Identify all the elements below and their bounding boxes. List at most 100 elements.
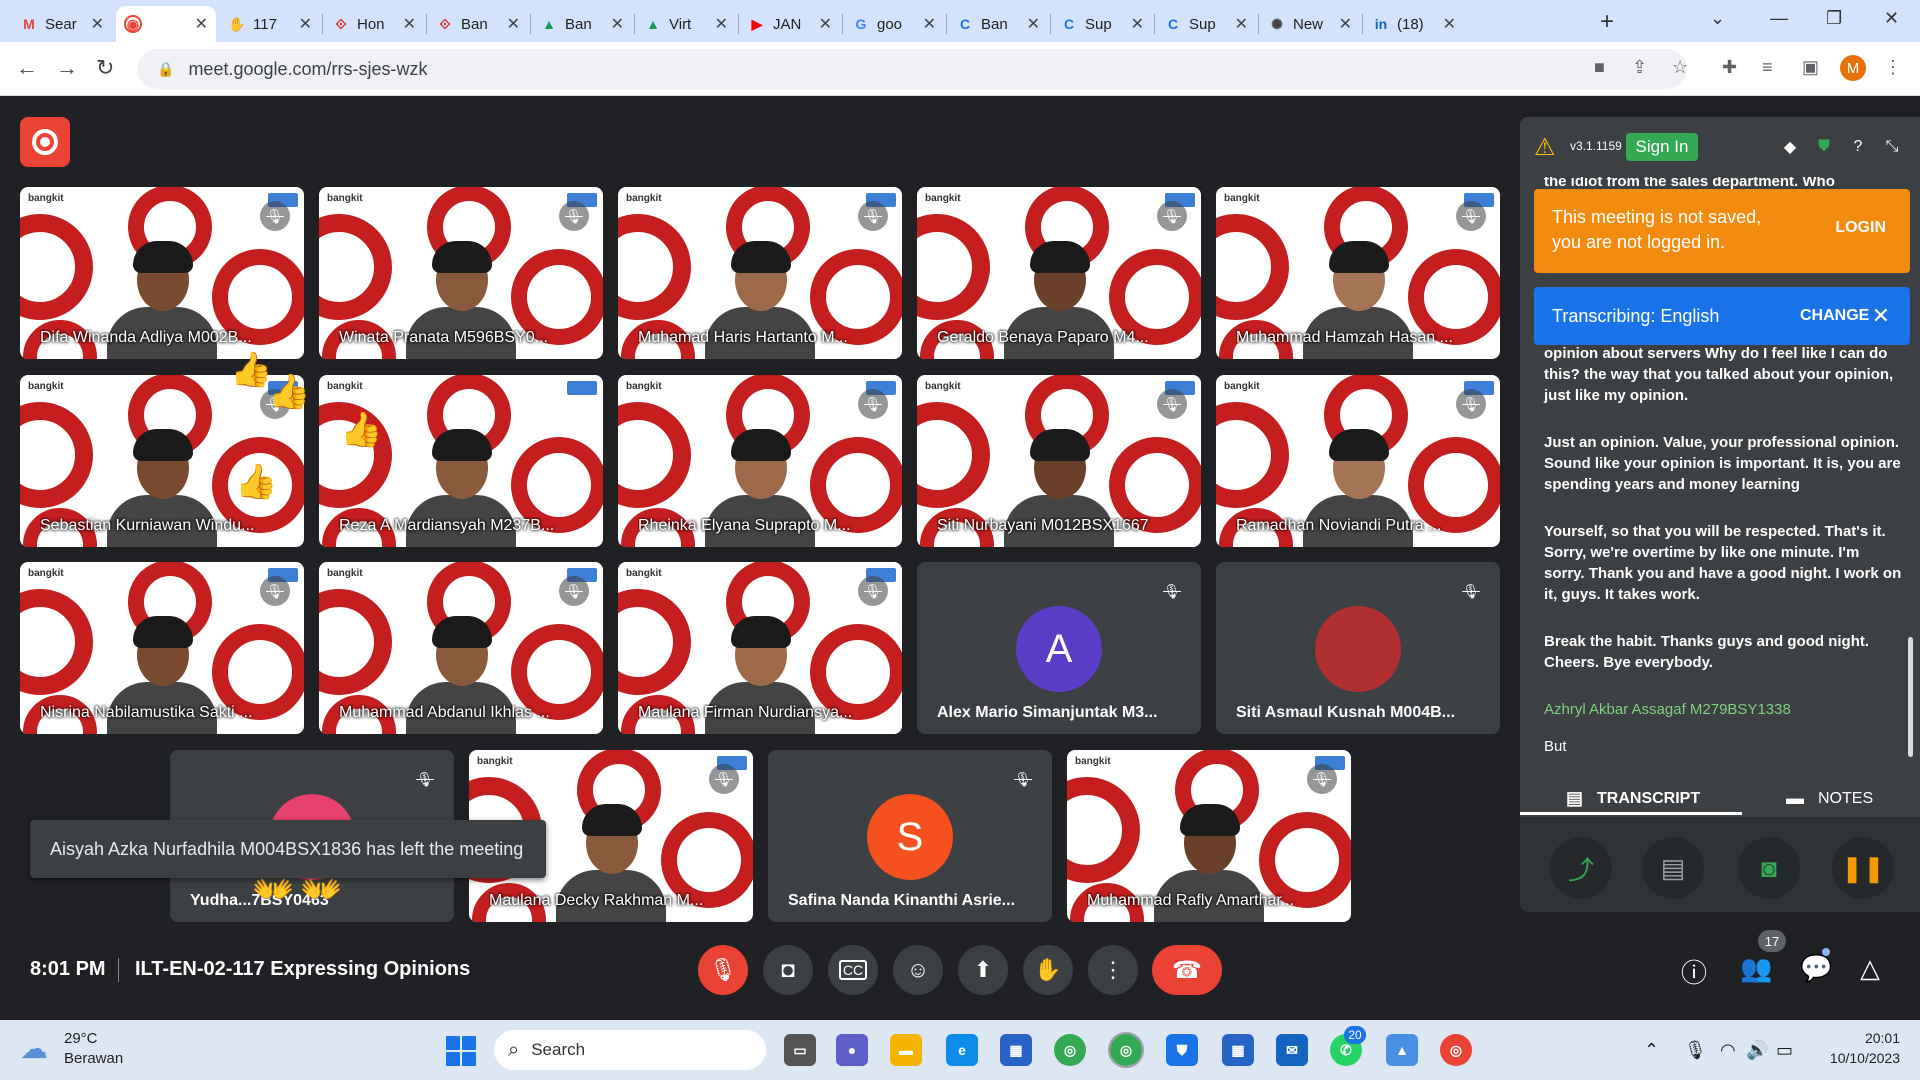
- close-tab-icon[interactable]: ✕: [1235, 14, 1248, 34]
- shield-icon[interactable]: ⛊: [1812, 135, 1836, 159]
- recording-indicator[interactable]: [20, 117, 70, 167]
- close-tab-icon[interactable]: ✕: [91, 14, 104, 34]
- browser-menu-icon[interactable]: ⋮: [1884, 57, 1902, 78]
- profile-avatar[interactable]: M: [1840, 55, 1866, 81]
- browser-tab[interactable]: M Sear ✕: [12, 6, 112, 42]
- clock-date[interactable]: 10/10/2023: [1810, 1050, 1900, 1066]
- tab-notes[interactable]: ▬ NOTES: [1786, 788, 1873, 809]
- close-tab-icon[interactable]: ✕: [819, 14, 832, 34]
- show-hidden-icons-icon[interactable]: ⌃: [1644, 1040, 1659, 1061]
- participant-tile[interactable]: bangkit 🎙 Difa Winanda Adliya M002B...: [20, 187, 304, 359]
- chrome-profile-icon[interactable]: ◎: [1108, 1032, 1144, 1068]
- participant-tile[interactable]: A 🎙 Alex Mario Simanjuntak M3...: [917, 562, 1201, 734]
- close-tab-icon[interactable]: ✕: [299, 14, 312, 34]
- participant-tile[interactable]: bangkit 🎙 Sebastian Kurniawan Windu...: [20, 375, 304, 547]
- microsoft-store-icon[interactable]: ▦: [1000, 1034, 1032, 1066]
- mail-icon[interactable]: ✉: [1276, 1034, 1308, 1066]
- browser-tab[interactable]: ✺ New ✕: [1260, 6, 1360, 42]
- close-tab-icon[interactable]: ✕: [403, 14, 416, 34]
- participant-tile[interactable]: bangkit 🎙 Rheinka Elyana Suprapto M...: [618, 375, 902, 547]
- browser-tab[interactable]: ▶ JAN ✕: [740, 6, 840, 42]
- close-tab-icon[interactable]: ✕: [1131, 14, 1144, 34]
- participant-tile[interactable]: bangkit 🎙 Muhammad Abdanul Ikhlas ...: [319, 562, 603, 734]
- participant-tile[interactable]: bangkit 🎙 Ramadhan Noviandi Putra ...: [1216, 375, 1500, 547]
- reactions-button[interactable]: ☺: [893, 945, 943, 995]
- help-icon[interactable]: ?: [1846, 135, 1870, 159]
- more-options-button[interactable]: ⋮: [1088, 945, 1138, 995]
- cloud-weather-icon[interactable]: ☁: [20, 1032, 48, 1065]
- participant-tile[interactable]: bangkit 🎙 Geraldo Benaya Paparo M4...: [917, 187, 1201, 359]
- participant-tile[interactable]: bangkit 🎙 Muhammad Hamzah Hasan ...: [1216, 187, 1500, 359]
- security-shield-icon[interactable]: ⛊: [1166, 1034, 1198, 1066]
- browser-tab[interactable]: C Ban ✕: [948, 6, 1048, 42]
- participant-tile[interactable]: 🎙 Siti Asmaul Kusnah M004B...: [1216, 562, 1500, 734]
- participant-tile[interactable]: S 🎙 Safina Nanda Kinanthi Asrie...: [768, 750, 1052, 922]
- microphone-icon[interactable]: 🎙: [1684, 1040, 1707, 1061]
- chrome-alt-icon[interactable]: ◎: [1440, 1034, 1472, 1066]
- login-button[interactable]: LOGIN: [1835, 219, 1886, 237]
- reload-icon[interactable]: ↻: [96, 55, 114, 81]
- meeting-details-icon[interactable]: ⓘ: [1681, 953, 1707, 990]
- photos-icon[interactable]: ▲: [1386, 1034, 1418, 1066]
- browser-tab[interactable]: in (18) ✕: [1364, 6, 1464, 42]
- close-tab-icon[interactable]: ✕: [923, 14, 936, 34]
- change-language-button[interactable]: CHANGE: [1800, 307, 1869, 325]
- browser-tab[interactable]: Ggoo ✕: [844, 6, 944, 42]
- extensions-icon[interactable]: ✚: [1722, 57, 1737, 78]
- close-window-icon[interactable]: ✕: [1884, 8, 1899, 29]
- forward-icon[interactable]: →: [56, 55, 78, 81]
- close-tab-icon[interactable]: ✕: [507, 14, 520, 34]
- sign-in-button[interactable]: Sign In: [1626, 133, 1698, 161]
- captions-button[interactable]: CC: [828, 945, 878, 995]
- weather-description[interactable]: Berawan: [64, 1050, 123, 1067]
- participant-tile[interactable]: bangkit 🎙 Muhamad Haris Hartanto M...: [618, 187, 902, 359]
- side-panel-icon[interactable]: ▣: [1802, 57, 1819, 78]
- camera-permission-icon[interactable]: ■: [1594, 57, 1605, 78]
- calendar-icon[interactable]: ▦: [1222, 1034, 1254, 1066]
- browser-tab[interactable]: C Sup ✕: [1156, 6, 1256, 42]
- bookmark-star-icon[interactable]: ☆: [1672, 57, 1688, 78]
- volume-icon[interactable]: 🔊: [1746, 1040, 1768, 1061]
- weather-temperature[interactable]: 29°C: [64, 1030, 98, 1047]
- browser-tab[interactable]: ▲ Ban ✕: [532, 6, 632, 42]
- browser-tab[interactable]: C Sup ✕: [1052, 6, 1152, 42]
- browser-tab[interactable]: ▲ Virt ✕: [636, 6, 736, 42]
- media-control-icon[interactable]: ≡: [1762, 57, 1773, 78]
- participant-tile[interactable]: bangkit 🎙 Nisrina Nabilamustika Sakti ...: [20, 562, 304, 734]
- collapse-icon[interactable]: ⤡: [1880, 135, 1904, 159]
- chrome-icon[interactable]: ◎: [1054, 1034, 1086, 1066]
- clock-time[interactable]: 20:01: [1830, 1030, 1900, 1046]
- participant-tile[interactable]: bangkit Reza A Mardiansyah M237B...: [319, 375, 603, 547]
- microphone-toggle-button[interactable]: 🎙: [698, 945, 748, 995]
- wifi-icon[interactable]: ◠: [1720, 1040, 1736, 1061]
- participant-tile[interactable]: bangkit 🎙 Muhammad Rafly Amarthar...: [1067, 750, 1351, 922]
- close-tab-icon[interactable]: ✕: [195, 14, 208, 34]
- tab-search-icon[interactable]: ⌄: [1710, 8, 1725, 29]
- tab-transcript[interactable]: ▤ TRANSCRIPT: [1566, 788, 1700, 809]
- minimize-icon[interactable]: —: [1770, 8, 1788, 29]
- close-tab-icon[interactable]: ✕: [715, 14, 728, 34]
- activities-icon[interactable]: △: [1860, 953, 1880, 984]
- leave-call-button[interactable]: ☎: [1152, 945, 1222, 995]
- browser-tab[interactable]: ✋ 117 ✕: [220, 6, 320, 42]
- battery-icon[interactable]: ▭: [1776, 1040, 1793, 1061]
- taskbar-search-box[interactable]: ⌕ Search: [494, 1030, 766, 1070]
- teams-chat-icon[interactable]: ●: [836, 1034, 868, 1066]
- edge-browser-icon[interactable]: e: [946, 1034, 978, 1066]
- transcript-scrollbar[interactable]: [1908, 637, 1913, 757]
- close-tab-icon[interactable]: ✕: [1339, 14, 1352, 34]
- open-document-button[interactable]: ▤: [1642, 837, 1704, 899]
- browser-tab[interactable]: ◉ ✕: [116, 6, 216, 42]
- chat-icon[interactable]: 💬: [1800, 953, 1832, 984]
- screenshot-button[interactable]: ◙: [1738, 837, 1800, 899]
- windows-start-button[interactable]: [446, 1036, 476, 1066]
- new-tab-icon[interactable]: +: [1600, 8, 1614, 36]
- close-icon[interactable]: ✕: [1872, 303, 1890, 329]
- close-tab-icon[interactable]: ✕: [1027, 14, 1040, 34]
- share-icon[interactable]: ⇪: [1632, 57, 1647, 78]
- participant-tile[interactable]: bangkit 🎙 Siti Nurbayani M012BSX1667: [917, 375, 1201, 547]
- file-explorer-icon[interactable]: ▬: [890, 1034, 922, 1066]
- browser-tab[interactable]: ⟐ Hon ✕: [324, 6, 424, 42]
- close-tab-icon[interactable]: ✕: [611, 14, 624, 34]
- back-icon[interactable]: ←: [16, 55, 38, 81]
